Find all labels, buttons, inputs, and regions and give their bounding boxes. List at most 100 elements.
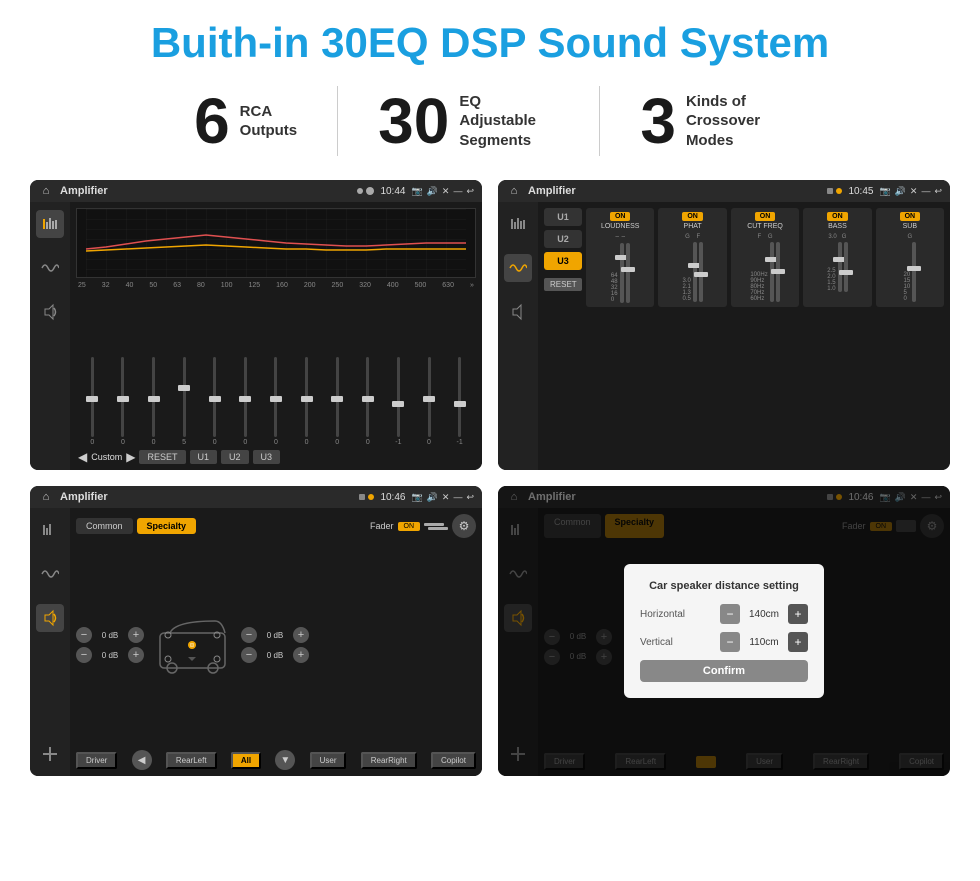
stats-row: 6 RCA Outputs 30 EQ Adjustable Segments … [30, 86, 950, 156]
back-icon-1[interactable]: ↩ [466, 186, 474, 197]
minimize-icon-3[interactable]: — [453, 492, 462, 502]
db-minus-rr[interactable]: − [241, 647, 257, 663]
close-icon-1[interactable]: ✕ [442, 186, 450, 197]
tab-specialty[interactable]: Specialty [137, 518, 197, 534]
back-icon-2[interactable]: ↩ [934, 186, 942, 197]
phat-label: PHAT [684, 223, 702, 230]
rearleft-btn[interactable]: RearLeft [166, 752, 217, 769]
amp-main-panel: U1 U2 U3 RESET ON LOUDNESS ~~ [538, 202, 950, 470]
back-icon-3[interactable]: ↩ [466, 492, 474, 503]
screen3-time: 10:46 [380, 492, 405, 503]
minimize-icon-1[interactable]: — [453, 186, 462, 196]
main-title: Buith-in 30EQ DSP Sound System [30, 20, 950, 66]
horizontal-plus-btn[interactable]: + [788, 604, 808, 624]
db-plus-rr[interactable]: + [293, 647, 309, 663]
driver-btn[interactable]: Driver [76, 752, 117, 769]
db-minus-fl[interactable]: − [76, 627, 92, 643]
user-btn[interactable]: User [310, 752, 347, 769]
bass-label: BASS [828, 223, 847, 230]
bass-on-btn[interactable]: ON [827, 212, 848, 221]
horizontal-minus-btn[interactable]: − [720, 604, 740, 624]
preset-u3[interactable]: U3 [544, 252, 582, 270]
volume-icon-1: 🔊 [427, 186, 438, 197]
preset-u2[interactable]: U2 [544, 230, 582, 248]
home-icon-2[interactable]: ⌂ [506, 183, 522, 199]
db-plus-rl[interactable]: + [128, 647, 144, 663]
left-arrow-btn[interactable]: ◀ [132, 750, 152, 770]
fader-on-btn[interactable]: ON [398, 522, 421, 531]
db-value-rr: 0 dB [260, 651, 290, 660]
amp-reset-btn[interactable]: RESET [544, 278, 582, 291]
cutfreq-on-btn[interactable]: ON [755, 212, 776, 221]
db-control-rl: − 0 dB + [76, 647, 144, 663]
all-btn[interactable]: All [231, 752, 261, 769]
wave-icon-3[interactable] [36, 560, 64, 588]
vertical-minus-btn[interactable]: − [720, 632, 740, 652]
rearright-btn[interactable]: RearRight [361, 752, 417, 769]
eq-prev-icon[interactable]: ◀ [78, 450, 87, 464]
settings-icon-3[interactable]: ⚙ [452, 514, 476, 538]
loudness-label: LOUDNESS [601, 223, 640, 230]
close-icon-2[interactable]: ✕ [910, 186, 918, 197]
eq-icon-active[interactable] [36, 210, 64, 238]
home-icon-3[interactable]: ⌂ [38, 489, 54, 505]
minimize-icon-2[interactable]: — [921, 186, 930, 196]
loudness-on-btn[interactable]: ON [610, 212, 631, 221]
tab-common[interactable]: Common [76, 518, 133, 534]
db-control-rr: − 0 dB + [241, 647, 309, 663]
screen3-content: Common Specialty Fader ON ⚙ [30, 508, 482, 776]
eq-icon-2[interactable] [504, 210, 532, 238]
screen-crossover: ⌂ Amplifier 10:46 📷 🔊 ✕ — ↩ [30, 486, 482, 776]
copilot-btn[interactable]: Copilot [431, 752, 476, 769]
screen1-icons: 📷 🔊 ✕ — ↩ [411, 186, 474, 197]
vertical-plus-btn[interactable]: + [788, 632, 808, 652]
eq-u2-btn[interactable]: U2 [221, 450, 249, 464]
screen1-title: Amplifier [60, 185, 351, 197]
screen3-icons: 📷 🔊 ✕ — ↩ [411, 492, 474, 503]
speaker-layout: − 0 dB + − 0 dB + [76, 544, 476, 746]
stat-text-rca: RCA Outputs [240, 102, 298, 141]
stat-crossover: 3 Kinds of Crossover Modes [600, 89, 826, 153]
db-control-fr: − 0 dB + [241, 627, 309, 643]
speaker-icon[interactable] [36, 298, 64, 326]
sub-label: SUB [903, 223, 917, 230]
eq-u1-btn[interactable]: U1 [190, 450, 218, 464]
speaker-icon-2[interactable] [504, 298, 532, 326]
horizontal-stepper: − 140cm + [720, 604, 808, 624]
stat-eq: 30 EQ Adjustable Segments [338, 89, 599, 153]
db-minus-rl[interactable]: − [76, 647, 92, 663]
eq-icon-3[interactable] [36, 516, 64, 544]
stat-number-30: 30 [378, 89, 449, 153]
sub-on-btn[interactable]: ON [900, 212, 921, 221]
db-value-rl: 0 dB [95, 651, 125, 660]
db-minus-fr[interactable]: − [241, 627, 257, 643]
eq-next-icon[interactable]: ▶ [126, 450, 135, 464]
down-arrow-btn[interactable]: ▼ [275, 750, 295, 770]
horizontal-row: Horizontal − 140cm + [640, 604, 808, 624]
preset-u1[interactable]: U1 [544, 208, 582, 226]
eq-sliders: 0 0 0 5 [76, 293, 476, 446]
close-icon-3[interactable]: ✕ [442, 492, 450, 503]
page-container: Buith-in 30EQ DSP Sound System 6 RCA Out… [0, 0, 980, 796]
eq-reset-btn[interactable]: RESET [139, 450, 185, 464]
wave-icon-2[interactable] [504, 254, 532, 282]
amp-controls: ON LOUDNESS ~~ 644832160 [586, 208, 944, 464]
db-plus-fr[interactable]: + [293, 627, 309, 643]
screen2-time: 10:45 [848, 186, 873, 197]
status-bar-2: ⌂ Amplifier 10:45 📷 🔊 ✕ — ↩ [498, 180, 950, 202]
volume-icon-2: 🔊 [895, 186, 906, 197]
speaker-icon-3[interactable] [36, 604, 64, 632]
wave-icon[interactable] [36, 254, 64, 282]
expand-icon-3[interactable] [36, 740, 64, 768]
crossover-panel: Common Specialty Fader ON ⚙ [70, 508, 482, 776]
vertical-stepper: − 110cm + [720, 632, 808, 652]
screen1-content: 25 32 40 50 63 80 100 125 160 200 250 32… [30, 202, 482, 470]
confirm-button[interactable]: Confirm [640, 660, 808, 682]
eq-u3-btn[interactable]: U3 [253, 450, 281, 464]
db-plus-fl[interactable]: + [128, 627, 144, 643]
horizontal-label: Horizontal [640, 609, 685, 620]
phat-on-btn[interactable]: ON [682, 212, 703, 221]
home-icon-1[interactable]: ⌂ [38, 183, 54, 199]
fader-label: Fader [370, 521, 394, 531]
screen-amplifier: ⌂ Amplifier 10:45 📷 🔊 ✕ — ↩ [498, 180, 950, 470]
